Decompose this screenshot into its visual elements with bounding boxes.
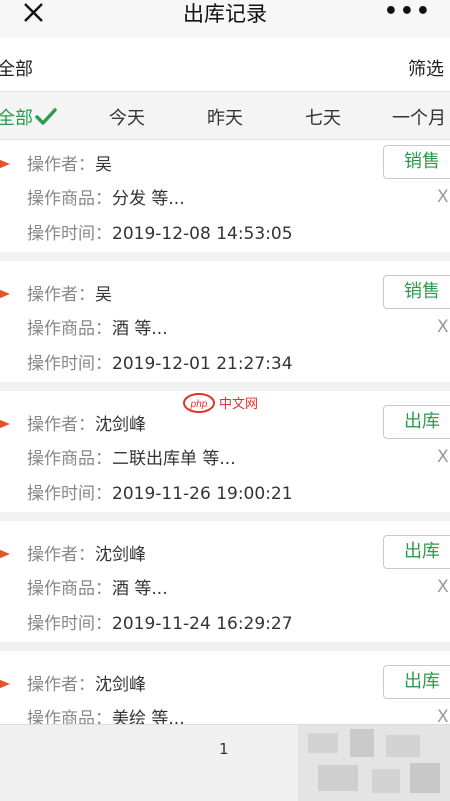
delete-icon[interactable]: X: [437, 577, 449, 597]
goods-row: 操作商品：美绘 等...: [27, 704, 185, 724]
arrow-right-icon: [0, 159, 10, 169]
operator-label: 操作者：: [27, 155, 95, 175]
time-row: 操作时间：2019-12-08 14:53:05: [27, 219, 293, 244]
tab-label: 全部: [0, 108, 33, 129]
record-type-button[interactable]: 出库: [383, 405, 450, 439]
tab-yesterday[interactable]: 昨天: [207, 104, 243, 130]
arrow-right-icon: [0, 679, 10, 689]
goods-label: 操作商品：: [27, 319, 112, 339]
record-card[interactable]: 操作者：沈剑峰 操作商品：美绘 等... 出库 X: [0, 661, 450, 724]
record-card[interactable]: 操作者：吴 操作商品：酒 等... 操作时间：2019-12-01 21:27:…: [0, 271, 450, 391]
goods-value: 二联出库单 等...: [112, 449, 236, 469]
record-type-button[interactable]: 出库: [383, 665, 450, 699]
operator-value: 沈剑峰: [95, 545, 146, 565]
page-number[interactable]: 1: [219, 740, 229, 758]
date-tabs: 全部 今天 昨天 七天 一个月: [0, 92, 450, 140]
operator-value: 沈剑峰: [95, 675, 146, 695]
goods-value: 分发 等...: [112, 189, 185, 209]
operator-row: 操作者：吴: [27, 150, 112, 175]
tab-today[interactable]: 今天: [109, 104, 145, 130]
goods-label: 操作商品：: [27, 189, 112, 209]
operator-value: 吴: [95, 285, 112, 305]
tab-one-month[interactable]: 一个月: [392, 104, 446, 130]
time-value: 2019-12-08 14:53:05: [112, 224, 293, 244]
record-card[interactable]: 操作者：沈剑峰 操作商品：二联出库单 等... 操作时间：2019-11-26 …: [0, 401, 450, 521]
record-card[interactable]: 操作者：沈剑峰 操作商品：酒 等... 操作时间：2019-11-24 16:2…: [0, 531, 450, 651]
goods-row: 操作商品：分发 等...: [27, 184, 185, 209]
delete-icon[interactable]: X: [437, 447, 449, 467]
arrow-right-icon: [0, 289, 10, 299]
goods-value: 美绘 等...: [112, 709, 185, 724]
record-card[interactable]: 操作者：吴 操作商品：分发 等... 操作时间：2019-12-08 14:53…: [0, 141, 450, 261]
operator-value: 吴: [95, 155, 112, 175]
goods-label: 操作商品：: [27, 449, 112, 469]
operator-row: 操作者：沈剑峰: [27, 540, 146, 565]
delete-icon[interactable]: X: [437, 187, 449, 207]
page-title: 出库记录: [183, 2, 267, 26]
pagination-bar: 1: [0, 724, 450, 801]
filter-button[interactable]: 筛选: [408, 55, 444, 81]
time-label: 操作时间：: [27, 354, 112, 374]
time-label: 操作时间：: [27, 484, 112, 504]
tab-all[interactable]: 全部: [0, 104, 57, 130]
goods-row: 操作商品：酒 等...: [27, 574, 168, 599]
operator-label: 操作者：: [27, 545, 95, 565]
time-value: 2019-12-01 21:27:34: [112, 354, 293, 374]
check-icon: [35, 108, 57, 125]
operator-value: 沈剑峰: [95, 415, 146, 435]
goods-value: 酒 等...: [112, 579, 168, 599]
tab-seven-days[interactable]: 七天: [305, 104, 341, 130]
operator-label: 操作者：: [27, 675, 95, 695]
goods-label: 操作商品：: [27, 709, 112, 724]
operator-row: 操作者：吴: [27, 280, 112, 305]
time-row: 操作时间：2019-12-01 21:27:34: [27, 349, 293, 374]
arrow-right-icon: [0, 419, 10, 429]
more-menu-icon[interactable]: •••: [384, 0, 432, 24]
arrow-right-icon: [0, 549, 10, 559]
time-value: 2019-11-26 19:00:21: [112, 484, 293, 504]
goods-label: 操作商品：: [27, 579, 112, 599]
filter-bar: 全部 筛选: [0, 42, 450, 92]
operator-label: 操作者：: [27, 415, 95, 435]
svg-text:php: php: [190, 399, 208, 410]
time-row: 操作时间：2019-11-24 16:29:27: [27, 609, 293, 634]
delete-icon[interactable]: X: [437, 317, 449, 337]
category-all-selector[interactable]: 全部: [0, 55, 33, 81]
pixelated-thumbnail: [298, 725, 450, 801]
record-type-button[interactable]: 出库: [383, 535, 450, 569]
time-label: 操作时间：: [27, 224, 112, 244]
goods-value: 酒 等...: [112, 319, 168, 339]
time-row: 操作时间：2019-11-26 19:00:21: [27, 479, 293, 504]
php-watermark-logo: php 中文网: [183, 393, 258, 413]
delete-icon[interactable]: X: [437, 707, 449, 724]
svg-text:中文网: 中文网: [219, 397, 258, 412]
operator-row: 操作者：沈剑峰: [27, 410, 146, 435]
time-label: 操作时间：: [27, 614, 112, 634]
time-value: 2019-11-24 16:29:27: [112, 614, 293, 634]
goods-row: 操作商品：酒 等...: [27, 314, 168, 339]
operator-row: 操作者：沈剑峰: [27, 670, 146, 695]
app-header: 出库记录 •••: [0, 0, 450, 38]
operator-label: 操作者：: [27, 285, 95, 305]
record-type-button[interactable]: 销售: [383, 145, 450, 179]
record-type-button[interactable]: 销售: [383, 275, 450, 309]
goods-row: 操作商品：二联出库单 等...: [27, 444, 236, 469]
